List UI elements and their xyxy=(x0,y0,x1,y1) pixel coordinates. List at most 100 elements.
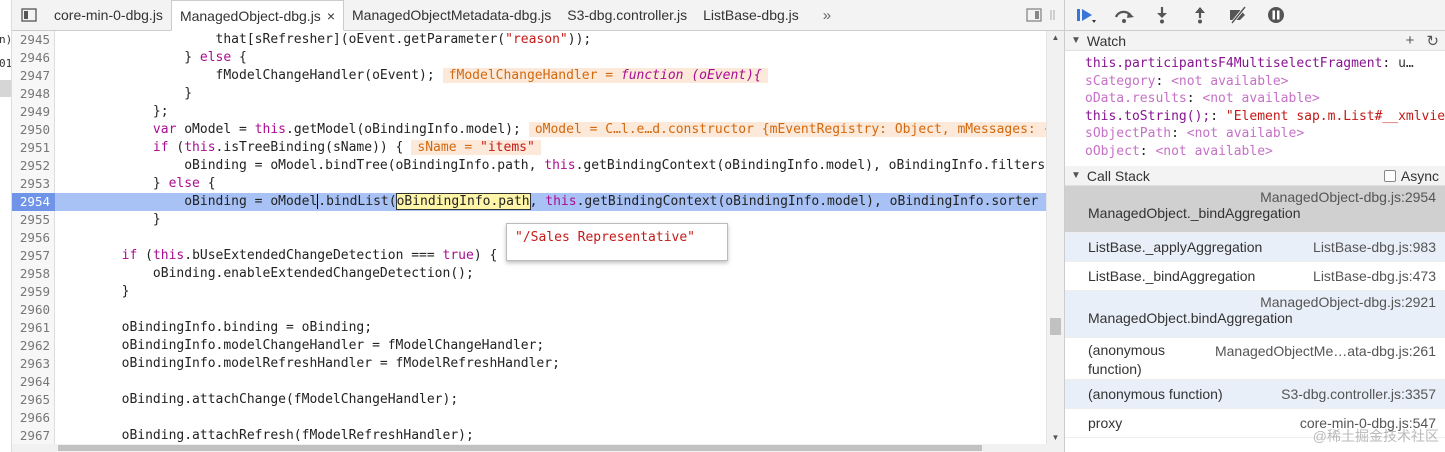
toggle-debugger-icon[interactable] xyxy=(1026,8,1042,22)
call-frame-location[interactable]: ListBase-dbg.js:983 xyxy=(1313,239,1436,255)
deactivate-breakpoints-button[interactable] xyxy=(1225,3,1251,27)
deactivate-breakpoints-icon xyxy=(1230,6,1247,24)
line-source: oBinding.attachRefresh(fModelRefreshHand… xyxy=(55,427,474,444)
code-token: } xyxy=(59,86,193,101)
watch-expression[interactable]: this.participantsF4MultiselectFragment: … xyxy=(1085,55,1445,73)
call-frame[interactable]: ListBase._applyAggregation ListBase-dbg.j… xyxy=(1065,233,1445,262)
add-watch-button[interactable]: + xyxy=(1406,32,1415,49)
call-frame[interactable]: (anonymous function) S3-dbg.controller.js… xyxy=(1065,380,1445,409)
gutter-label: n) xyxy=(0,33,12,46)
checkbox-box[interactable] xyxy=(1383,169,1396,182)
line-number[interactable]: 2952 xyxy=(12,157,55,175)
line-number[interactable]: 2947 xyxy=(12,67,55,85)
code-token: ( xyxy=(137,248,153,263)
code-token: oModel = xyxy=(176,122,255,137)
keyword-token: if xyxy=(121,248,138,263)
async-checkbox[interactable]: Async xyxy=(1383,168,1439,184)
call-frame[interactable]: (anonymous function) ManagedObjectMe…ata-… xyxy=(1065,338,1445,380)
toggle-navigator-button[interactable] xyxy=(12,0,46,30)
step-into-button[interactable] xyxy=(1149,3,1175,27)
code-token: .bUseExtendedChangeDetection === xyxy=(184,248,443,263)
inline-value-function: function (oEvent){ xyxy=(620,68,762,83)
call-frames-list: ManagedObject-dbg.js:2954 ManagedObject._… xyxy=(1065,186,1445,438)
call-frame[interactable]: ManagedObject-dbg.js:2921 ManagedObject.b… xyxy=(1065,291,1445,338)
call-frame-location[interactable]: ManagedObjectMe…ata-dbg.js:261 xyxy=(1215,343,1436,359)
watch-expression[interactable]: sObjectPath: <not available> xyxy=(1085,125,1445,143)
line-number[interactable]: 2945 xyxy=(12,31,55,49)
line-number[interactable]: 2959 xyxy=(12,283,55,301)
watch-section-header[interactable]: ▼ Watch + ↻ xyxy=(1065,31,1445,51)
close-tab-icon[interactable]: × xyxy=(327,8,335,24)
horizontal-scrollbar-thumb[interactable] xyxy=(58,445,982,451)
keyword-token: this xyxy=(152,248,185,263)
file-tab-label: core-min-0-dbg.js xyxy=(54,7,163,23)
hovered-expression[interactable]: oBindingInfo.path xyxy=(395,193,531,210)
code-token: { xyxy=(199,176,216,191)
line-number[interactable]: 2951 xyxy=(12,139,55,157)
watch-value: <not available> xyxy=(1186,126,1305,141)
line-number[interactable]: 2946 xyxy=(12,49,55,67)
call-frame-location[interactable]: S3-dbg.controller.js:3357 xyxy=(1281,386,1436,402)
code-token: } xyxy=(59,284,130,299)
code-token: , xyxy=(529,194,546,209)
editor-horizontal-scrollbar[interactable] xyxy=(12,444,1064,452)
file-tab[interactable]: ManagedObject-dbg.js × xyxy=(170,0,344,31)
collapse-triangle-icon: ▼ xyxy=(1071,170,1081,181)
hover-value-popover: "/Sales Representative" xyxy=(506,223,728,261)
file-tab[interactable]: ListBase-dbg.js xyxy=(695,0,807,30)
tab-overflow-button[interactable]: » xyxy=(813,0,841,30)
scrollbar-thumb[interactable] xyxy=(1050,318,1061,335)
call-frame[interactable]: ListBase._bindAggregation ListBase-dbg.js… xyxy=(1065,262,1445,291)
watch-expression[interactable]: oData.results: <not available> xyxy=(1085,90,1445,108)
file-tab[interactable]: S3-dbg.controller.js xyxy=(559,0,695,30)
step-out-button[interactable] xyxy=(1187,3,1213,27)
inline-value-text: fModelChangeHandler = xyxy=(448,68,621,83)
line-number[interactable]: 2963 xyxy=(12,355,55,373)
drag-handle-icon[interactable] xyxy=(1050,8,1056,22)
scroll-up-arrow-icon[interactable]: ▲ xyxy=(1047,33,1064,42)
file-tab-label: S3-dbg.controller.js xyxy=(567,7,688,23)
line-number[interactable]: 2966 xyxy=(12,409,55,427)
call-frame-location[interactable]: ManagedObject-dbg.js:2954 xyxy=(1088,189,1436,205)
file-tab[interactable]: core-min-0-dbg.js xyxy=(46,0,171,30)
line-number[interactable]: 2954 xyxy=(12,193,55,211)
line-number[interactable]: 2962 xyxy=(12,337,55,355)
popover-value: "/Sales Representative" xyxy=(515,230,696,245)
call-frame-location[interactable]: ListBase-dbg.js:473 xyxy=(1313,268,1436,284)
watch-expression[interactable]: this.toString();: "Element sap.m.List#__… xyxy=(1085,108,1445,126)
call-frame[interactable]: ManagedObject-dbg.js:2954 ManagedObject._… xyxy=(1065,186,1445,233)
resume-button[interactable] xyxy=(1073,3,1099,27)
line-source: if (this.bUseExtendedChangeDetection ===… xyxy=(55,247,498,265)
line-number[interactable]: 2958 xyxy=(12,265,55,283)
line-number[interactable]: 2964 xyxy=(12,373,55,391)
line-number[interactable]: 2967 xyxy=(12,427,55,444)
callstack-section-header[interactable]: ▼ Call Stack Async xyxy=(1065,166,1445,186)
call-frame-function: (anonymous function) xyxy=(1088,386,1223,402)
line-source: oBinding.enableExtendedChangeDetection()… xyxy=(55,265,474,283)
inline-variable-value: fModelChangeHandler = function (oEvent){ xyxy=(442,68,768,83)
step-over-button[interactable] xyxy=(1111,3,1137,27)
call-frame-location[interactable]: ManagedObject-dbg.js:2921 xyxy=(1088,294,1436,310)
line-number[interactable]: 2960 xyxy=(12,301,55,319)
scroll-down-arrow-icon[interactable]: ▼ xyxy=(1047,433,1064,442)
line-number[interactable]: 2956 xyxy=(12,229,55,247)
watch-expression[interactable]: oObject: <not available> xyxy=(1085,143,1445,161)
line-number[interactable]: 2949 xyxy=(12,103,55,121)
editor-vertical-scrollbar[interactable]: ▲ ▼ xyxy=(1046,31,1064,444)
line-number[interactable]: 2957 xyxy=(12,247,55,265)
line-number[interactable]: 2948 xyxy=(12,85,55,103)
step-out-icon xyxy=(1195,7,1205,24)
line-number[interactable]: 2961 xyxy=(12,319,55,337)
pause-on-exceptions-button[interactable] xyxy=(1263,3,1289,27)
line-number[interactable]: 2955 xyxy=(12,211,55,229)
code-line: 2953 } else { xyxy=(12,175,1046,193)
watch-expression[interactable]: sCategory: <not available> xyxy=(1085,73,1445,91)
file-tab[interactable]: ManagedObjectMetadata-dbg.js xyxy=(344,0,559,30)
code-line: 2962 oBindingInfo.modelChangeHandler = f… xyxy=(12,337,1046,355)
watch-value: <not available> xyxy=(1171,73,1289,89)
refresh-watch-button[interactable]: ↻ xyxy=(1426,32,1439,50)
line-number[interactable]: 2950 xyxy=(12,121,55,139)
line-number[interactable]: 2953 xyxy=(12,175,55,193)
line-number[interactable]: 2965 xyxy=(12,391,55,409)
